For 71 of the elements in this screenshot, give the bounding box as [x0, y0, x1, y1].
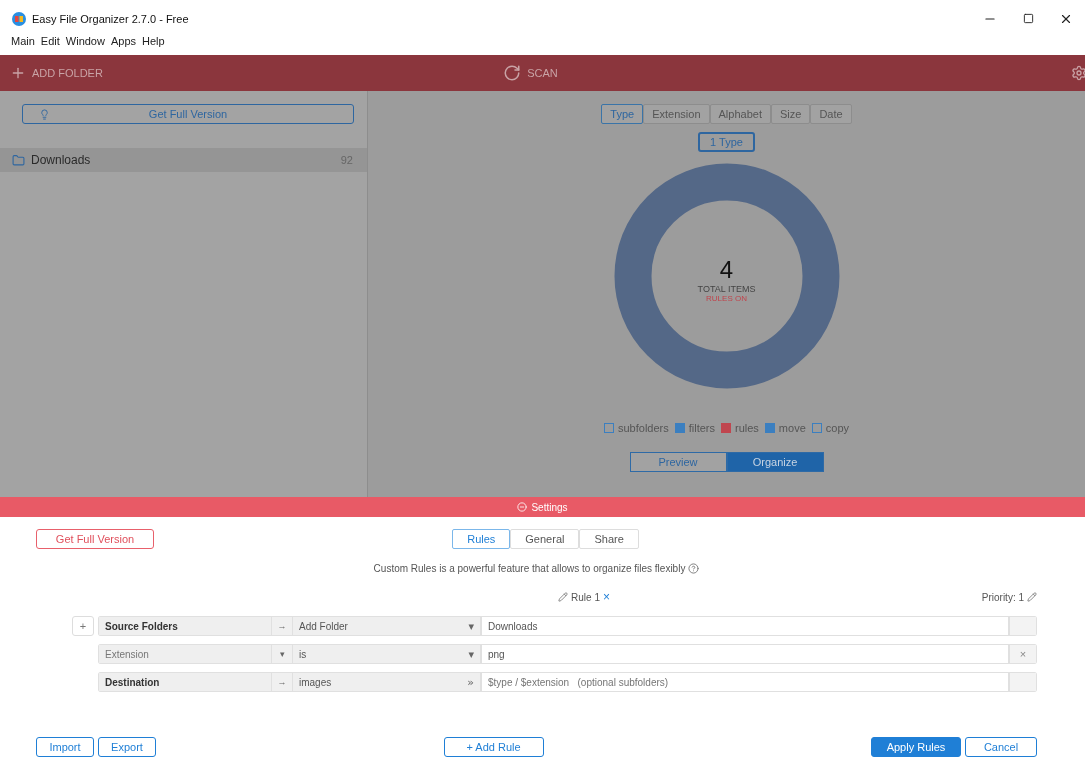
legend-item[interactable]: copy	[811, 422, 849, 434]
settings-tab[interactable]: General	[510, 529, 580, 549]
collapse-icon	[517, 502, 528, 512]
rule-name: Rule 1	[571, 591, 600, 603]
menu-item[interactable]: Help	[142, 35, 165, 47]
export-button[interactable]: Export	[98, 737, 156, 757]
rule-value[interactable]: png	[481, 644, 1009, 664]
remove-rule-button[interactable]: ×	[602, 590, 610, 604]
window-title: Easy File Organizer 2.7.0 - Free	[32, 12, 190, 25]
caret-glyph: ▾	[468, 648, 474, 660]
scan-button[interactable]: SCAN	[503, 64, 558, 82]
menu-item[interactable]: Main	[11, 35, 35, 47]
get-full-version-button[interactable]: Get Full Version	[36, 529, 154, 549]
settings-bar[interactable]: Settings	[0, 497, 1085, 517]
rule-value-input[interactable]: $type / $extension (optional subfolders)	[481, 672, 1009, 692]
legend-checkbox[interactable]	[764, 423, 775, 433]
lightbulb-icon	[39, 108, 50, 120]
priority-label: Priority: 1	[981, 591, 1024, 603]
folder-icon	[12, 153, 25, 167]
legend-item[interactable]: rules	[721, 422, 759, 434]
rule-field[interactable]: Destination	[98, 672, 272, 692]
legend-checkbox[interactable]	[721, 423, 731, 433]
add-folder-button[interactable]: ADD FOLDER	[10, 65, 115, 81]
legend-item[interactable]: filters	[674, 422, 715, 434]
view-tab[interactable]: Extension	[643, 104, 710, 124]
rule-field[interactable]: Source Folders	[98, 616, 272, 636]
type-count-button[interactable]: 1 Type	[698, 132, 755, 152]
mode-tab[interactable]: Preview	[629, 452, 727, 472]
view-tab[interactable]: Date	[810, 104, 852, 124]
menu-item[interactable]: Apps	[110, 35, 136, 47]
view-tab[interactable]: Alphabet	[709, 104, 771, 124]
settings-icon[interactable]	[1071, 65, 1085, 81]
operator-dropdown[interactable]: Add Folder ▾	[292, 616, 481, 636]
edit-icon[interactable]	[558, 592, 569, 602]
rule-separator: →	[272, 616, 292, 636]
mode-tab[interactable]: Organize	[726, 452, 824, 472]
legend-checkbox[interactable]	[674, 423, 685, 433]
legend-item[interactable]: subfolders	[603, 422, 669, 434]
legend-item[interactable]: move	[764, 422, 806, 434]
menu-item[interactable]: Edit	[40, 35, 60, 47]
get-full-version-button[interactable]: Get Full Version	[22, 104, 354, 124]
settings-tab[interactable]: Rules	[452, 529, 511, 549]
rules-status: RULES ON	[706, 293, 747, 303]
total-label: TOTAL ITEMS	[697, 283, 756, 294]
view-tab[interactable]: Type	[601, 104, 644, 124]
legend-checkbox[interactable]	[811, 423, 822, 433]
view-tab[interactable]: Size	[770, 104, 811, 124]
import-button[interactable]: Import	[36, 737, 94, 757]
edit-icon[interactable]	[1027, 592, 1037, 602]
caret-glyph: »	[467, 676, 474, 688]
add-condition-button[interactable]: +	[72, 616, 94, 636]
caret-glyph: ▾	[468, 620, 474, 632]
help-icon[interactable]	[688, 563, 700, 574]
menu-item[interactable]: Window	[65, 35, 105, 47]
rule-separator: →	[272, 672, 292, 692]
legend-checkbox[interactable]	[603, 423, 614, 433]
refresh-icon	[503, 64, 522, 82]
rule-value[interactable]: Downloads	[481, 616, 1009, 636]
description-text: Custom Rules is a powerful feature that allows to organize files flexibly	[373, 563, 686, 574]
plus-icon	[10, 65, 26, 81]
settings-tab[interactable]: Share	[579, 529, 639, 549]
operator-dropdown[interactable]: is ▾	[292, 644, 481, 664]
apply-rules-button[interactable]: Apply Rules	[871, 737, 961, 757]
remove-condition-button[interactable]: ×	[1009, 644, 1037, 664]
app-logo	[12, 11, 26, 26]
add-rule-button[interactable]: + Add Rule	[443, 737, 544, 757]
operator-dropdown[interactable]: images »	[292, 672, 481, 692]
rule-separator: ▾	[272, 644, 292, 664]
rule-field[interactable]: Extension	[98, 644, 272, 664]
total-count: 4	[719, 255, 734, 284]
cancel-button[interactable]: Cancel	[965, 737, 1037, 757]
